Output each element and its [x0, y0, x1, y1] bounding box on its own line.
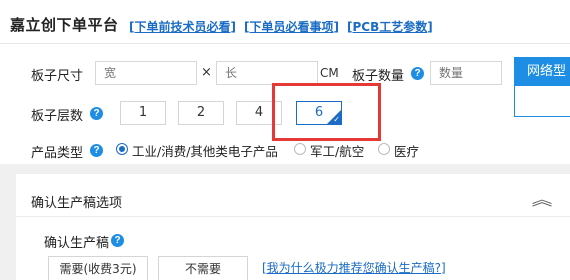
layer-option-2[interactable]: 2	[178, 101, 224, 125]
radio-industrial-label: 工业/消费/其他类电子产品	[132, 144, 278, 159]
product-type-label: 产品类型	[31, 146, 84, 161]
link-order-notes[interactable]: [下单员必看事项]	[244, 18, 339, 35]
side-panel-title[interactable]: 网络型	[515, 58, 570, 86]
help-icon[interactable]: ?	[411, 67, 424, 80]
brand-title: 嘉立创下单平台	[10, 16, 119, 34]
board-quantity-input[interactable]	[430, 61, 502, 85]
board-layers-label: 板子层数	[31, 109, 84, 124]
help-icon[interactable]: ?	[90, 144, 103, 157]
draft-option-not-required[interactable]: 不需要	[158, 256, 248, 280]
radio-industrial[interactable]	[116, 143, 128, 155]
board-length-input[interactable]	[216, 61, 318, 85]
divider	[16, 216, 570, 217]
side-panel: 网络型	[514, 57, 570, 117]
help-icon[interactable]: ?	[90, 107, 103, 120]
times-sign: ×	[201, 65, 212, 80]
production-draft-label: 确认生产稿	[44, 236, 110, 251]
link-tech-must-read[interactable]: [下单前技术员必看]	[129, 18, 236, 35]
link-pcb-params[interactable]: [PCB工艺参数]	[347, 18, 433, 35]
layer-option-1[interactable]: 1	[120, 101, 166, 125]
board-width-input[interactable]	[95, 61, 197, 85]
why-recommend-link[interactable]: [我为什么极力推荐您确认生产稿?]	[262, 259, 446, 276]
radio-military[interactable]	[294, 143, 306, 155]
page-header: 嘉立创下单平台 [下单前技术员必看] [下单员必看事项] [PCB工艺参数]	[0, 0, 570, 44]
radio-medical-label: 医疗	[394, 144, 420, 159]
draft-option-required[interactable]: 需要(收费3元)	[48, 256, 148, 280]
board-quantity-label: 板子数量	[352, 69, 405, 84]
chevron-up-icon[interactable]: ︽	[532, 186, 553, 210]
size-unit: CM	[320, 66, 339, 80]
help-icon[interactable]: ?	[111, 234, 124, 247]
radio-military-label: 军工/航空	[310, 144, 365, 159]
highlight-annotation	[272, 83, 381, 141]
board-size-label: 板子尺寸	[31, 69, 84, 84]
section-title: 确认生产稿选项	[31, 196, 123, 211]
radio-medical[interactable]	[378, 143, 390, 155]
